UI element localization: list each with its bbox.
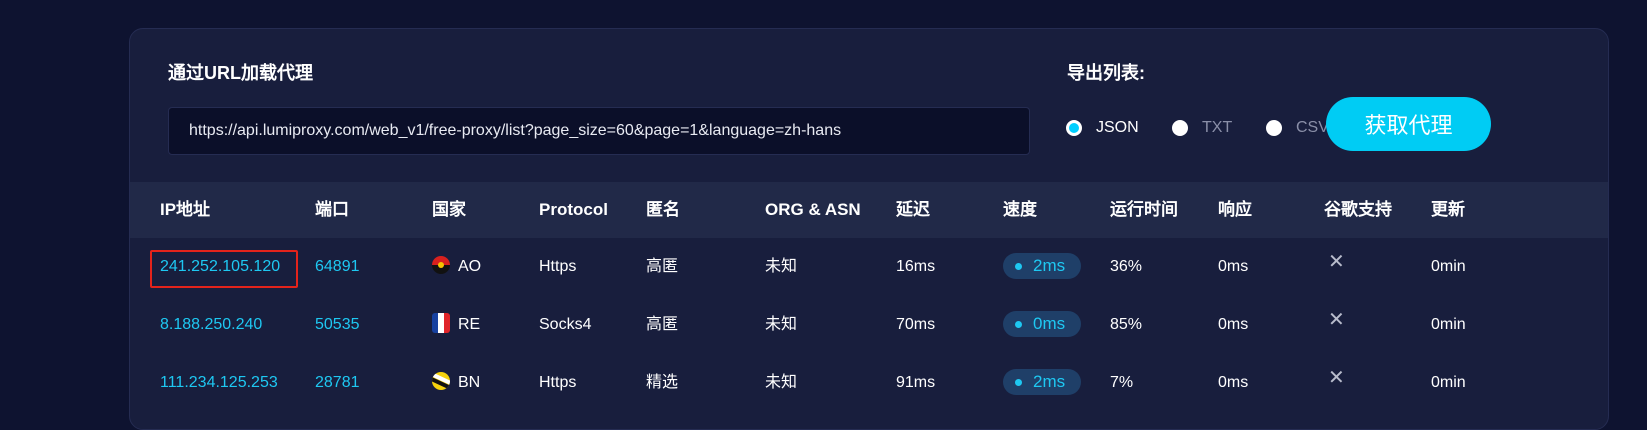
status-dot-icon	[1015, 320, 1022, 328]
port[interactable]: 28781	[315, 354, 360, 412]
column-header-response[interactable]: 响应	[1218, 182, 1252, 238]
speed-badge: 2ms	[1003, 369, 1081, 395]
anonymity: 精选	[646, 374, 679, 391]
proxy-list-card: 通过URL加载代理 导出列表: JSON TXT CSV 获取代理 IP地址 端…	[129, 28, 1609, 430]
updated: 0min	[1431, 258, 1466, 275]
country: BN	[432, 354, 480, 412]
ip-address[interactable]: 8.188.250.240	[160, 296, 262, 354]
updated: 0min	[1431, 316, 1466, 333]
column-header-protocol[interactable]: Protocol	[539, 182, 608, 238]
org-asn: 未知	[765, 316, 798, 333]
org-asn: 未知	[765, 374, 798, 391]
ip-address[interactable]: 241.252.105.120	[160, 238, 280, 296]
table-row: 111.234.125.253 28781 BN Https 精选 未知 91m…	[130, 354, 1608, 412]
response: 0ms	[1218, 258, 1249, 275]
uptime: 85%	[1110, 316, 1143, 333]
column-header-anonymity[interactable]: 匿名	[646, 182, 680, 238]
export-txt-label: TXT	[1202, 119, 1233, 136]
table-row: 8.188.250.240 50535 RE Socks4 高匿 未知 70ms…	[130, 296, 1608, 354]
response: 0ms	[1218, 374, 1249, 391]
port[interactable]: 50535	[315, 296, 360, 354]
port[interactable]: 64891	[315, 238, 360, 296]
uptime: 36%	[1110, 258, 1143, 275]
column-header-ip[interactable]: IP地址	[160, 182, 210, 238]
proxy-url-input[interactable]	[168, 107, 1030, 155]
org-asn: 未知	[765, 258, 798, 275]
export-json-radio[interactable]: JSON	[1066, 119, 1139, 137]
country-code: BN	[458, 374, 481, 391]
protocol: Https	[539, 258, 577, 275]
close-icon: ✕	[1328, 367, 1345, 389]
speed-value: 2ms	[1033, 256, 1066, 275]
latency: 16ms	[896, 258, 936, 275]
country: AO	[432, 238, 481, 296]
uptime: 7%	[1110, 374, 1134, 391]
export-list-title: 导出列表:	[1067, 63, 1145, 83]
speed-value: 0ms	[1033, 314, 1066, 333]
column-header-country[interactable]: 国家	[432, 182, 466, 238]
status-dot-icon	[1015, 262, 1022, 270]
latency: 70ms	[896, 316, 936, 333]
country: RE	[432, 296, 480, 354]
fetch-proxy-button[interactable]: 获取代理	[1326, 97, 1491, 151]
radio-checked-icon	[1066, 120, 1082, 136]
column-header-latency[interactable]: 延迟	[896, 182, 930, 238]
column-header-google-support[interactable]: 谷歌支持	[1324, 182, 1392, 238]
speed-value: 2ms	[1033, 372, 1066, 391]
proxy-loader-panel: 通过URL加载代理 导出列表: JSON TXT CSV 获取代理	[130, 29, 1608, 191]
column-header-uptime[interactable]: 运行时间	[1110, 182, 1178, 238]
france-flag-icon	[432, 313, 450, 333]
radio-unchecked-icon	[1172, 120, 1188, 136]
close-icon: ✕	[1328, 309, 1345, 331]
column-header-org-asn[interactable]: ORG & ASN	[765, 182, 861, 238]
protocol: Https	[539, 374, 577, 391]
brunei-flag-icon	[432, 372, 450, 390]
speed-badge: 2ms	[1003, 253, 1081, 279]
status-dot-icon	[1015, 378, 1022, 386]
angola-flag-icon	[432, 256, 450, 274]
export-json-label: JSON	[1096, 119, 1139, 136]
export-csv-radio[interactable]: CSV	[1266, 119, 1329, 137]
protocol: Socks4	[539, 316, 592, 333]
response: 0ms	[1218, 316, 1249, 333]
load-by-url-title: 通过URL加载代理	[168, 63, 313, 83]
export-txt-radio[interactable]: TXT	[1172, 119, 1232, 137]
radio-unchecked-icon	[1266, 120, 1282, 136]
close-icon: ✕	[1328, 251, 1345, 273]
anonymity: 高匿	[646, 316, 679, 333]
column-header-speed[interactable]: 速度	[1003, 182, 1037, 238]
country-code: AO	[458, 258, 482, 275]
anonymity: 高匿	[646, 258, 679, 275]
latency: 91ms	[896, 374, 936, 391]
country-code: RE	[458, 316, 481, 333]
table-header-row: IP地址 端口 国家 Protocol 匿名 ORG & ASN 延迟 速度 运…	[130, 182, 1608, 238]
column-header-updated[interactable]: 更新	[1431, 182, 1465, 238]
updated: 0min	[1431, 374, 1466, 391]
speed-badge: 0ms	[1003, 311, 1081, 337]
export-csv-label: CSV	[1296, 119, 1329, 136]
column-header-port[interactable]: 端口	[315, 182, 349, 238]
ip-address[interactable]: 111.234.125.253	[160, 354, 278, 412]
table-row: 241.252.105.120 64891 AO Https 高匿 未知 16m…	[130, 238, 1608, 296]
